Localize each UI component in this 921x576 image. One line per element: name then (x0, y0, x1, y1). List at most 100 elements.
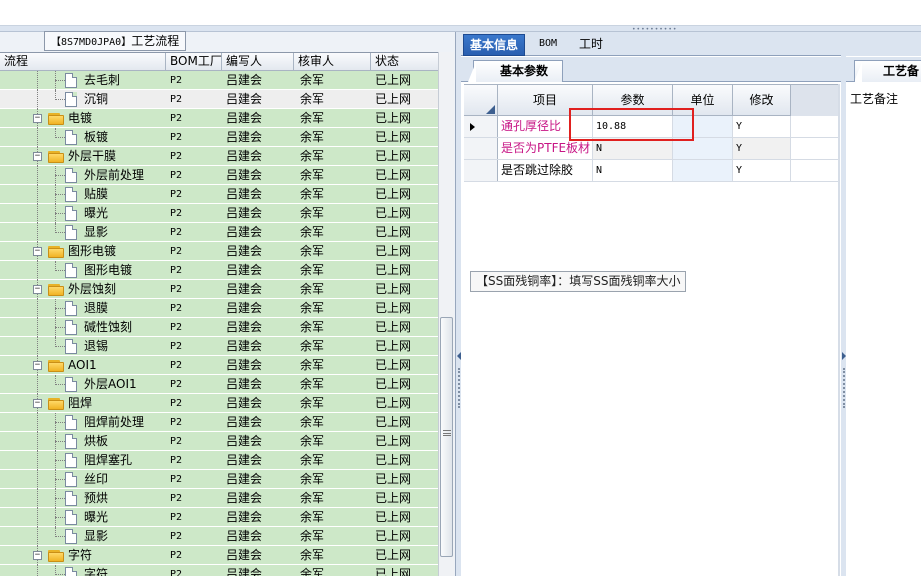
table-row[interactable]: 丝印 P2 吕建会 余军 已上网 (0, 470, 438, 489)
author-cell: 吕建会 (226, 358, 263, 372)
table-row[interactable]: 沉铜 P2 吕建会 余军 已上网 (0, 90, 438, 109)
flow-step-label: 板镀 (84, 130, 109, 144)
status-cell: 已上网 (375, 510, 412, 524)
collapse-toggle-icon[interactable]: − (33, 247, 42, 256)
row-header[interactable] (464, 116, 498, 137)
collapse-toggle-icon[interactable]: − (33, 152, 42, 161)
select-all-corner[interactable] (464, 85, 498, 116)
left-grid-scrollbar[interactable] (438, 52, 454, 576)
table-row[interactable]: 板镀 P2 吕建会 余军 已上网 (0, 128, 438, 147)
bom-factory-cell: P2 (170, 151, 183, 162)
row-header[interactable] (464, 138, 498, 159)
table-row[interactable]: 外层前处理 P2 吕建会 余军 已上网 (0, 166, 438, 185)
document-icon (65, 73, 77, 88)
param-value-cell[interactable]: N (593, 160, 673, 181)
subtab-basic-params[interactable]: 基本参数 (467, 60, 564, 82)
author-cell: 吕建会 (226, 339, 263, 353)
collapse-toggle-icon[interactable]: − (33, 399, 42, 408)
bom-factory-cell: P2 (170, 379, 183, 390)
row-header[interactable] (464, 160, 498, 181)
table-row[interactable]: − 电镀 P2 吕建会 余军 已上网 (0, 109, 438, 128)
collapse-toggle-icon[interactable]: − (33, 114, 42, 123)
tree-line (37, 185, 38, 204)
table-row[interactable]: 贴膜 P2 吕建会 余军 已上网 (0, 185, 438, 204)
col-header-author[interactable]: 编写人 (222, 53, 294, 71)
folder-icon (48, 398, 64, 410)
table-row[interactable]: 字符 P2 吕建会 余军 已上网 (0, 565, 438, 576)
flow-step-label: 显影 (84, 529, 109, 543)
table-row[interactable]: − 图形电镀 P2 吕建会 余军 已上网 (0, 242, 438, 261)
reviewer-cell: 余军 (300, 130, 325, 144)
flow-step-label: 沉铜 (84, 92, 109, 106)
status-cell: 已上网 (375, 358, 412, 372)
col-header-modify[interactable]: 修改 (733, 85, 791, 116)
tree-line (55, 536, 65, 537)
reviewer-cell: 余军 (300, 358, 325, 372)
table-row[interactable]: 曝光 P2 吕建会 余军 已上网 (0, 508, 438, 527)
grip-lines-icon (443, 430, 451, 436)
flow-step-label: 显影 (84, 225, 109, 239)
reviewer-cell: 余军 (300, 244, 325, 258)
table-row[interactable]: 外层AOI1 P2 吕建会 余军 已上网 (0, 375, 438, 394)
col-header-status[interactable]: 状态 (371, 53, 438, 71)
tree-line (55, 175, 65, 176)
tab-work-hours[interactable]: 工时 (573, 34, 609, 56)
collapse-toggle-icon[interactable]: − (33, 551, 42, 560)
status-cell: 已上网 (375, 206, 412, 220)
tree-line (55, 346, 65, 347)
author-cell: 吕建会 (226, 510, 263, 524)
table-row[interactable]: 退膜 P2 吕建会 余军 已上网 (0, 299, 438, 318)
table-row[interactable]: 退锡 P2 吕建会 余军 已上网 (0, 337, 438, 356)
param-value-cell[interactable]: N (593, 138, 673, 159)
table-row[interactable]: − 外层蚀刻 P2 吕建会 余军 已上网 (0, 280, 438, 299)
tree-line (37, 128, 38, 147)
document-icon (65, 320, 77, 335)
reviewer-cell: 余军 (300, 548, 325, 562)
status-cell: 已上网 (375, 168, 412, 182)
table-row[interactable]: 显影 P2 吕建会 余军 已上网 (0, 223, 438, 242)
tree-line (37, 432, 38, 451)
param-name-cell: 是否跳过除胶 (498, 160, 593, 181)
tab-basic-info[interactable]: 基本信息 (463, 34, 526, 56)
status-cell: 已上网 (375, 529, 412, 543)
tree-line (55, 80, 65, 81)
table-row[interactable]: 图形电镀 P2 吕建会 余军 已上网 (0, 261, 438, 280)
table-row[interactable]: − 阻焊 P2 吕建会 余军 已上网 (0, 394, 438, 413)
col-header-bom[interactable]: BOM工厂 (166, 53, 222, 71)
col-header-flow[interactable]: 流程 (0, 53, 166, 71)
tab-bom[interactable]: BOM (533, 34, 563, 56)
table-row[interactable]: 阻焊塞孔 P2 吕建会 余军 已上网 (0, 451, 438, 470)
table-row[interactable]: 是否跳过除胶 N Y (464, 160, 840, 182)
highlight-box (569, 108, 694, 141)
collapse-toggle-icon[interactable]: − (33, 361, 42, 370)
author-cell: 吕建会 (226, 187, 263, 201)
status-cell: 已上网 (375, 263, 412, 277)
table-row[interactable]: 阻焊前处理 P2 吕建会 余军 已上网 (0, 413, 438, 432)
flow-step-label: 外层干膜 (68, 149, 117, 163)
flow-step-label: 曝光 (84, 510, 109, 524)
table-row[interactable]: 预烘 P2 吕建会 余军 已上网 (0, 489, 438, 508)
table-row[interactable]: 去毛刺 P2 吕建会 余军 已上网 (0, 71, 438, 90)
table-row[interactable]: 是否为PTFE板材 N Y (464, 138, 840, 160)
table-row[interactable]: − 字符 P2 吕建会 余军 已上网 (0, 546, 438, 565)
table-row[interactable]: 曝光 P2 吕建会 余军 已上网 (0, 204, 438, 223)
bom-factory-cell: P2 (170, 208, 183, 219)
reviewer-cell: 余军 (300, 301, 325, 315)
author-cell: 吕建会 (226, 130, 263, 144)
flow-step-label: 外层蚀刻 (68, 282, 117, 296)
reviewer-cell: 余军 (300, 92, 325, 106)
status-cell: 已上网 (375, 111, 412, 125)
document-icon (65, 567, 77, 576)
author-cell: 吕建会 (226, 548, 263, 562)
table-row[interactable]: 烘板 P2 吕建会 余军 已上网 (0, 432, 438, 451)
subtab-process-remarks[interactable]: 工艺备 (854, 60, 921, 82)
scrollbar-thumb[interactable] (440, 317, 453, 557)
table-row[interactable]: 显影 P2 吕建会 余军 已上网 (0, 527, 438, 546)
table-row[interactable]: 碱性蚀刻 P2 吕建会 余军 已上网 (0, 318, 438, 337)
table-row[interactable]: − AOI1 P2 吕建会 余军 已上网 (0, 356, 438, 375)
tree-line (37, 470, 38, 489)
table-row[interactable]: − 外层干膜 P2 吕建会 余军 已上网 (0, 147, 438, 166)
collapse-toggle-icon[interactable]: − (33, 285, 42, 294)
col-header-reviewer[interactable]: 核审人 (294, 53, 371, 71)
author-cell: 吕建会 (226, 168, 263, 182)
